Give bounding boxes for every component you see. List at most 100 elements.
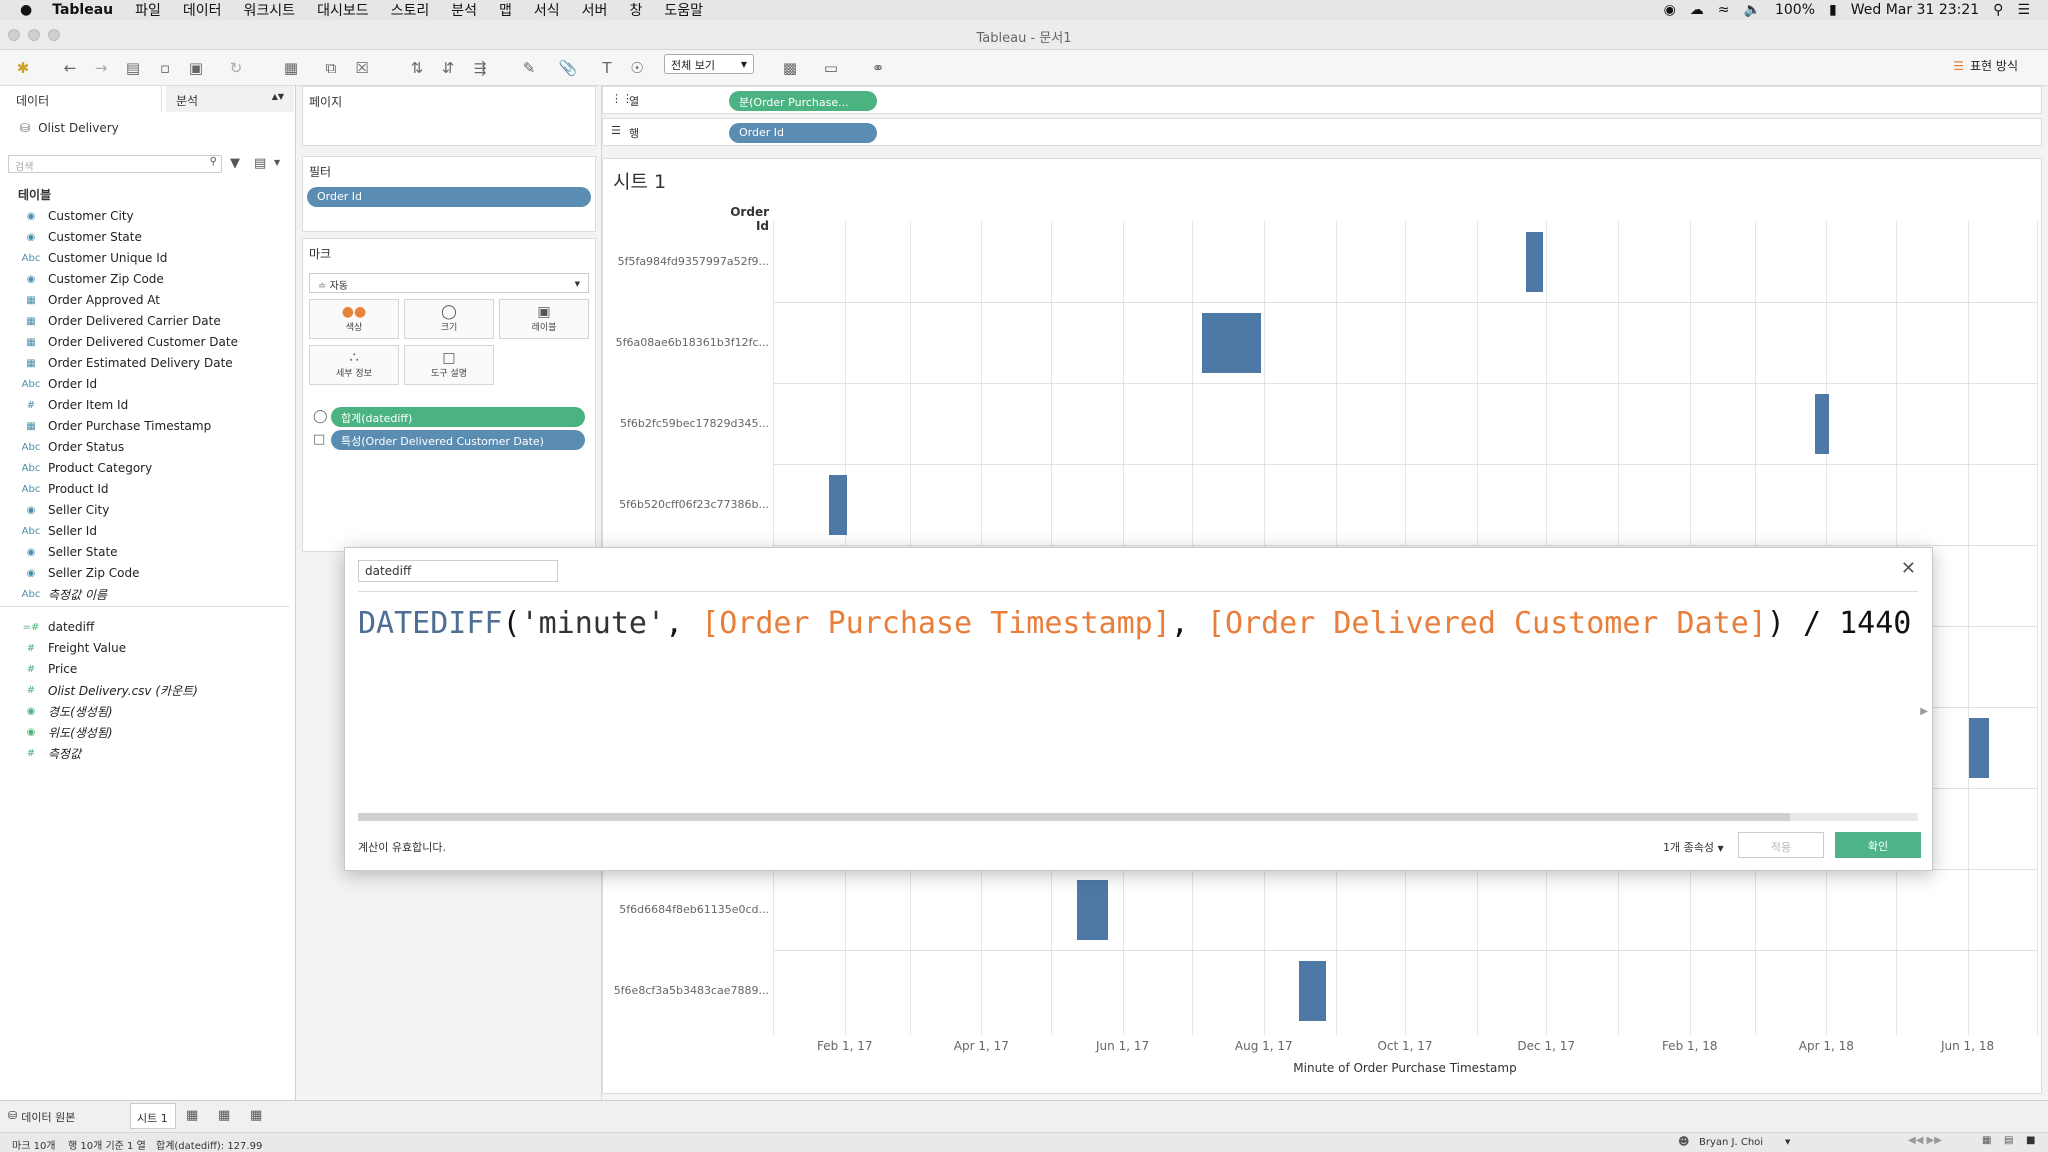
filter-icon[interactable]: ▼: [230, 156, 240, 171]
show-labels-icon[interactable]: T: [597, 58, 617, 78]
clock[interactable]: Wed Mar 31 23:21: [1851, 2, 1979, 18]
color-button[interactable]: ●● 색상: [309, 299, 399, 339]
sheet-title[interactable]: 시트 1: [613, 167, 666, 194]
chart-bar[interactable]: [1201, 312, 1261, 373]
new-dashboard-tab-icon[interactable]: ▦: [218, 1108, 230, 1123]
filters-card[interactable]: 필터 Order Id: [302, 156, 596, 232]
field-item[interactable]: # 측정값: [0, 743, 290, 763]
field-search-input[interactable]: 검색 ⚲: [8, 155, 222, 173]
tabs-view-icon[interactable]: ■: [2026, 1135, 2035, 1146]
field-item[interactable]: ◉ 위도(생성됨): [0, 722, 290, 742]
close-icon[interactable]: ✕: [1901, 558, 1916, 579]
chart-bar[interactable]: [829, 474, 847, 535]
tableau-logo-icon[interactable]: ✱: [13, 58, 33, 78]
presentation-icon[interactable]: ▭: [821, 58, 841, 78]
new-worksheet-tab-icon[interactable]: ▦: [186, 1108, 198, 1123]
share-icon[interactable]: ⚭: [868, 58, 888, 78]
menu-app[interactable]: Tableau: [52, 2, 113, 18]
field-item[interactable]: ◉ Seller Zip Code: [0, 563, 290, 583]
field-item[interactable]: ▦ Order Purchase Timestamp: [0, 416, 290, 436]
undo-icon[interactable]: ←: [60, 58, 80, 78]
pause-updates-icon[interactable]: ▣: [186, 58, 206, 78]
row-label[interactable]: 5f6e8cf3a5b3483cae7889...: [609, 984, 769, 997]
pages-card[interactable]: 페이지: [302, 86, 596, 146]
save-icon[interactable]: ▤: [123, 58, 143, 78]
expand-arrow-icon[interactable]: ▶: [1920, 706, 1928, 717]
chevron-down-icon[interactable]: ▼: [274, 158, 280, 167]
filmstrip-icon[interactable]: ▤: [2004, 1135, 2013, 1146]
row-label[interactable]: 5f6d6684f8eb61135e0cd...: [609, 903, 769, 916]
filter-pill-order-id[interactable]: Order Id: [307, 187, 591, 207]
menu-worksheet[interactable]: 워크시트: [244, 0, 296, 20]
field-item[interactable]: # Olist Delivery.csv (카운트): [0, 680, 290, 700]
view-options-icon[interactable]: ▤: [254, 156, 266, 171]
new-story-tab-icon[interactable]: ▦: [250, 1108, 262, 1123]
rows-pill[interactable]: Order Id: [729, 123, 877, 143]
field-item[interactable]: ◉ 경도(생성됨): [0, 701, 290, 721]
menu-story[interactable]: 스토리: [391, 0, 430, 20]
field-item[interactable]: ▦ Order Delivered Carrier Date: [0, 311, 290, 331]
cloud-icon[interactable]: ☁: [1690, 2, 1704, 18]
menu-server[interactable]: 서버: [582, 0, 608, 20]
control-center-icon[interactable]: ☰: [2017, 2, 2030, 18]
chart-bar[interactable]: [1814, 393, 1829, 454]
user-name[interactable]: Bryan J. Choi: [1699, 1137, 1763, 1148]
ok-button[interactable]: 확인: [1835, 832, 1921, 858]
chart-bar[interactable]: [1526, 231, 1544, 292]
menu-data[interactable]: 데이터: [183, 0, 222, 20]
formula-scrollbar[interactable]: [358, 813, 1918, 821]
row-label[interactable]: 5f6b520cff06f23c77386b...: [609, 498, 769, 511]
chart-bar[interactable]: [1969, 717, 1990, 778]
field-item[interactable]: ◉ Customer State: [0, 227, 290, 247]
menu-window[interactable]: 창: [629, 0, 642, 20]
formula-editor[interactable]: DATEDIFF('minute', [Order Purchase Times…: [358, 606, 1911, 641]
dependencies-dropdown[interactable]: 1개 종속성 ▼: [1663, 839, 1724, 855]
pin-icon[interactable]: ☉: [627, 58, 647, 78]
tooltip-button[interactable]: □ 도구 설명: [404, 345, 494, 385]
menu-dashboard[interactable]: 대시보드: [317, 0, 369, 20]
redo-icon[interactable]: →: [91, 58, 111, 78]
field-item[interactable]: Abc Seller Id: [0, 521, 290, 541]
sort-ascending-icon[interactable]: ⇵: [438, 58, 458, 78]
field-item[interactable]: ◉ Customer Zip Code: [0, 269, 290, 289]
chart-bar[interactable]: [1076, 879, 1109, 940]
columns-shelf[interactable]: ⋮⋮ 열 분(Order Purchase...: [602, 86, 2042, 114]
field-item[interactable]: ◉ Seller State: [0, 542, 290, 562]
rows-shelf[interactable]: ☰ 행 Order Id: [602, 118, 2042, 146]
apple-icon[interactable]: ●: [20, 2, 32, 18]
field-item[interactable]: Abc Product Category: [0, 458, 290, 478]
field-item[interactable]: ◉ Seller City: [0, 500, 290, 520]
menu-file[interactable]: 파일: [135, 0, 161, 20]
label-button[interactable]: ▣ 레이블: [499, 299, 589, 339]
row-label[interactable]: 5f6b2fc59bec17829d345...: [609, 417, 769, 430]
field-item[interactable]: # Price: [0, 659, 290, 679]
tab-analysis[interactable]: 분석 ▲▼: [166, 86, 294, 112]
new-datasource-icon[interactable]: ▫: [155, 58, 175, 78]
menu-format[interactable]: 서식: [534, 0, 560, 20]
menu-analysis[interactable]: 분석: [451, 0, 477, 20]
tab-datasource[interactable]: ⛁ 데이터 원본: [8, 1109, 75, 1125]
show-cards-icon[interactable]: ▩: [780, 58, 800, 78]
datasource-item[interactable]: ⛁ Olist Delivery: [20, 121, 119, 135]
scrollbar-thumb[interactable]: [358, 813, 1790, 821]
duplicate-sheet-icon[interactable]: ⧉: [321, 58, 341, 78]
detail-button[interactable]: ∴ 세부 정보: [309, 345, 399, 385]
row-label[interactable]: 5f5fa984fd9357997a52f9...: [609, 255, 769, 268]
field-item[interactable]: Abc Order Status: [0, 437, 290, 457]
mark-type-select[interactable]: ≐ 자동 ▼: [309, 273, 589, 293]
apply-button[interactable]: 적용: [1738, 832, 1824, 858]
row-label[interactable]: 5f6a08ae6b18361b3f12fc...: [609, 336, 769, 349]
battery-icon[interactable]: ▮: [1829, 2, 1837, 18]
sheet-nav-icon[interactable]: ◀◀ ▶▶: [1908, 1135, 1942, 1146]
mark-pill-attr-delivered[interactable]: 특성(Order Delivered Customer Date): [331, 430, 585, 450]
show-me-button[interactable]: ☰ 표현 방식: [1953, 57, 2018, 74]
sheet-sorter-icon[interactable]: ▦: [1982, 1135, 1991, 1146]
field-item[interactable]: ◉ Customer City: [0, 206, 290, 226]
clear-sheet-icon[interactable]: ☒: [352, 58, 372, 78]
calc-name-input[interactable]: datediff: [358, 560, 558, 582]
tab-sheet-1[interactable]: 시트 1: [130, 1103, 176, 1129]
field-item[interactable]: Abc 측정값 이름: [0, 584, 290, 604]
field-item[interactable]: ▦ Order Delivered Customer Date: [0, 332, 290, 352]
sort-descending-icon[interactable]: ⇶: [470, 58, 490, 78]
field-item[interactable]: # Order Item Id: [0, 395, 290, 415]
